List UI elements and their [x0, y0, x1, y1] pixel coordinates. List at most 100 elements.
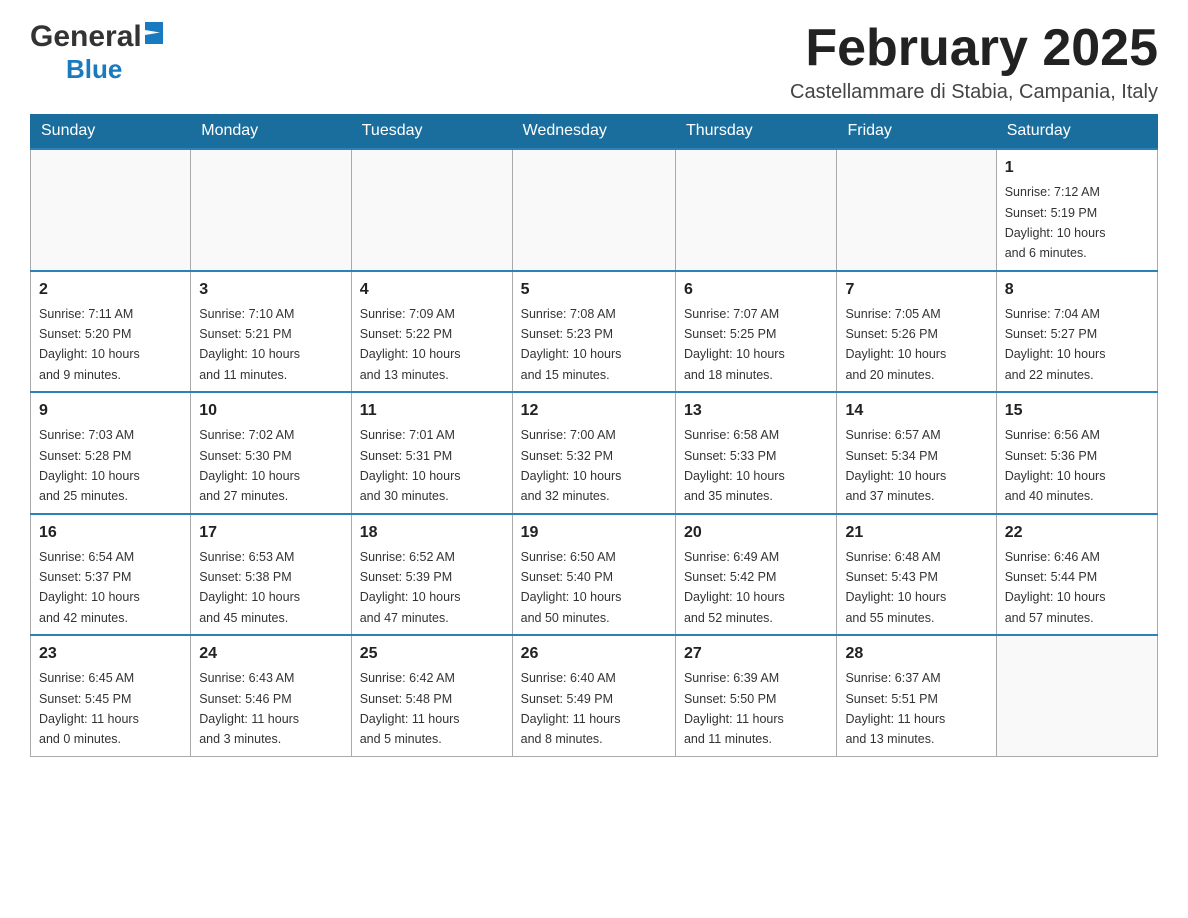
table-row: 18Sunrise: 6:52 AM Sunset: 5:39 PM Dayli…: [351, 514, 512, 636]
day-number: 17: [199, 521, 343, 545]
calendar-week-row: 2 Sunrise: 7:11 AM Sunset: 5:20 PM Daylig…: [31, 271, 1158, 393]
table-row: 12 Sunrise: 7:00 AM Sunset: 5:32 PM Dayli…: [512, 392, 675, 514]
table-row: 28 Sunrise: 6:37 AM Sunset: 5:51 PM Dayli…: [837, 635, 996, 756]
table-row: 3Sunrise: 7:10 AM Sunset: 5:21 PM Daylig…: [191, 271, 352, 393]
day-info: Sunrise: 6:50 AM Sunset: 5:40 PM Dayligh…: [521, 550, 622, 625]
table-row: 23 Sunrise: 6:45 AM Sunset: 5:45 PM Dayli…: [31, 635, 191, 756]
day-number: 27: [684, 642, 829, 666]
day-number: 20: [684, 521, 829, 545]
day-info: Sunrise: 6:48 AM Sunset: 5:43 PM Dayligh…: [845, 550, 946, 625]
calendar-week-row: 16 Sunrise: 6:54 AM Sunset: 5:37 PM Dayli…: [31, 514, 1158, 636]
day-info: Sunrise: 6:39 AM Sunset: 5:50 PM Dayligh…: [684, 671, 784, 746]
table-row: [191, 149, 352, 271]
day-info: Sunrise: 7:07 AM Sunset: 5:25 PM Dayligh…: [684, 307, 785, 382]
table-row: 21 Sunrise: 6:48 AM Sunset: 5:43 PM Dayli…: [837, 514, 996, 636]
table-row: 16 Sunrise: 6:54 AM Sunset: 5:37 PM Dayli…: [31, 514, 191, 636]
location-title: Castellammare di Stabia, Campania, Italy: [790, 81, 1158, 104]
day-number: 1: [1005, 156, 1149, 180]
calendar-week-row: 9 Sunrise: 7:03 AM Sunset: 5:28 PM Daylig…: [31, 392, 1158, 514]
day-info: Sunrise: 6:37 AM Sunset: 5:51 PM Dayligh…: [845, 671, 945, 746]
table-row: [837, 149, 996, 271]
day-info: Sunrise: 7:11 AM Sunset: 5:20 PM Dayligh…: [39, 307, 140, 382]
day-number: 22: [1005, 521, 1149, 545]
table-row: 10 Sunrise: 7:02 AM Sunset: 5:30 PM Dayli…: [191, 392, 352, 514]
table-row: [512, 149, 675, 271]
table-row: [351, 149, 512, 271]
table-row: [31, 149, 191, 271]
title-block: February 2025 Castellammare di Stabia, C…: [790, 20, 1158, 104]
table-row: 2 Sunrise: 7:11 AM Sunset: 5:20 PM Daylig…: [31, 271, 191, 393]
day-info: Sunrise: 6:54 AM Sunset: 5:37 PM Dayligh…: [39, 550, 140, 625]
day-number: 10: [199, 399, 343, 423]
day-info: Sunrise: 6:49 AM Sunset: 5:42 PM Dayligh…: [684, 550, 785, 625]
logo-flag-icon: [145, 22, 163, 44]
day-number: 11: [360, 399, 504, 423]
table-row: [675, 149, 837, 271]
day-info: Sunrise: 7:09 AM Sunset: 5:22 PM Dayligh…: [360, 307, 461, 382]
month-title: February 2025: [790, 20, 1158, 77]
day-number: 15: [1005, 399, 1149, 423]
table-row: 6 Sunrise: 7:07 AM Sunset: 5:25 PM Daylig…: [675, 271, 837, 393]
day-number: 8: [1005, 278, 1149, 302]
col-friday: Friday: [837, 114, 996, 149]
calendar-table: Sunday Monday Tuesday Wednesday Thursday…: [30, 114, 1158, 757]
day-info: Sunrise: 7:08 AM Sunset: 5:23 PM Dayligh…: [521, 307, 622, 382]
col-sunday: Sunday: [31, 114, 191, 149]
table-row: 19 Sunrise: 6:50 AM Sunset: 5:40 PM Dayli…: [512, 514, 675, 636]
table-row: 20 Sunrise: 6:49 AM Sunset: 5:42 PM Dayli…: [675, 514, 837, 636]
day-number: 28: [845, 642, 987, 666]
col-wednesday: Wednesday: [512, 114, 675, 149]
day-info: Sunrise: 6:58 AM Sunset: 5:33 PM Dayligh…: [684, 428, 785, 503]
day-number: 14: [845, 399, 987, 423]
day-info: Sunrise: 7:01 AM Sunset: 5:31 PM Dayligh…: [360, 428, 461, 503]
day-info: Sunrise: 7:00 AM Sunset: 5:32 PM Dayligh…: [521, 428, 622, 503]
table-row: 13 Sunrise: 6:58 AM Sunset: 5:33 PM Dayli…: [675, 392, 837, 514]
day-info: Sunrise: 6:40 AM Sunset: 5:49 PM Dayligh…: [521, 671, 621, 746]
day-info: Sunrise: 6:43 AM Sunset: 5:46 PM Dayligh…: [199, 671, 299, 746]
col-tuesday: Tuesday: [351, 114, 512, 149]
day-number: 2: [39, 278, 182, 302]
calendar-week-row: 23 Sunrise: 6:45 AM Sunset: 5:45 PM Dayli…: [31, 635, 1158, 756]
table-row: 11 Sunrise: 7:01 AM Sunset: 5:31 PM Dayli…: [351, 392, 512, 514]
table-row: 7 Sunrise: 7:05 AM Sunset: 5:26 PM Daylig…: [837, 271, 996, 393]
table-row: 14 Sunrise: 6:57 AM Sunset: 5:34 PM Dayli…: [837, 392, 996, 514]
table-row: 22 Sunrise: 6:46 AM Sunset: 5:44 PM Dayli…: [996, 514, 1157, 636]
logo-general-text: General: [30, 20, 142, 54]
logo: General Blue: [30, 20, 163, 85]
day-number: 4: [360, 278, 504, 302]
calendar-header-row: Sunday Monday Tuesday Wednesday Thursday…: [31, 114, 1158, 149]
table-row: 5Sunrise: 7:08 AM Sunset: 5:23 PM Daylig…: [512, 271, 675, 393]
day-number: 9: [39, 399, 182, 423]
table-row: 15 Sunrise: 6:56 AM Sunset: 5:36 PM Dayli…: [996, 392, 1157, 514]
day-info: Sunrise: 6:56 AM Sunset: 5:36 PM Dayligh…: [1005, 428, 1106, 503]
day-number: 13: [684, 399, 829, 423]
day-number: 19: [521, 521, 667, 545]
day-info: Sunrise: 7:02 AM Sunset: 5:30 PM Dayligh…: [199, 428, 300, 503]
calendar-week-row: 1Sunrise: 7:12 AM Sunset: 5:19 PM Daylig…: [31, 149, 1158, 271]
day-info: Sunrise: 6:57 AM Sunset: 5:34 PM Dayligh…: [845, 428, 946, 503]
day-number: 23: [39, 642, 182, 666]
table-row: 4 Sunrise: 7:09 AM Sunset: 5:22 PM Daylig…: [351, 271, 512, 393]
page-header: General Blue February 2025 Castellammare…: [30, 20, 1158, 104]
day-info: Sunrise: 6:53 AM Sunset: 5:38 PM Dayligh…: [199, 550, 300, 625]
table-row: 8 Sunrise: 7:04 AM Sunset: 5:27 PM Daylig…: [996, 271, 1157, 393]
day-number: 3: [199, 278, 343, 302]
day-info: Sunrise: 7:03 AM Sunset: 5:28 PM Dayligh…: [39, 428, 140, 503]
day-info: Sunrise: 6:45 AM Sunset: 5:45 PM Dayligh…: [39, 671, 139, 746]
table-row: 25Sunrise: 6:42 AM Sunset: 5:48 PM Dayli…: [351, 635, 512, 756]
day-info: Sunrise: 6:42 AM Sunset: 5:48 PM Dayligh…: [360, 671, 460, 746]
day-info: Sunrise: 6:46 AM Sunset: 5:44 PM Dayligh…: [1005, 550, 1106, 625]
day-number: 7: [845, 278, 987, 302]
day-number: 24: [199, 642, 343, 666]
day-number: 18: [360, 521, 504, 545]
day-number: 21: [845, 521, 987, 545]
col-thursday: Thursday: [675, 114, 837, 149]
day-info: Sunrise: 7:04 AM Sunset: 5:27 PM Dayligh…: [1005, 307, 1106, 382]
table-row: 1Sunrise: 7:12 AM Sunset: 5:19 PM Daylig…: [996, 149, 1157, 271]
table-row: 9 Sunrise: 7:03 AM Sunset: 5:28 PM Daylig…: [31, 392, 191, 514]
day-number: 16: [39, 521, 182, 545]
day-info: Sunrise: 7:05 AM Sunset: 5:26 PM Dayligh…: [845, 307, 946, 382]
day-number: 6: [684, 278, 829, 302]
day-number: 12: [521, 399, 667, 423]
logo-blue-text: Blue: [66, 54, 122, 85]
